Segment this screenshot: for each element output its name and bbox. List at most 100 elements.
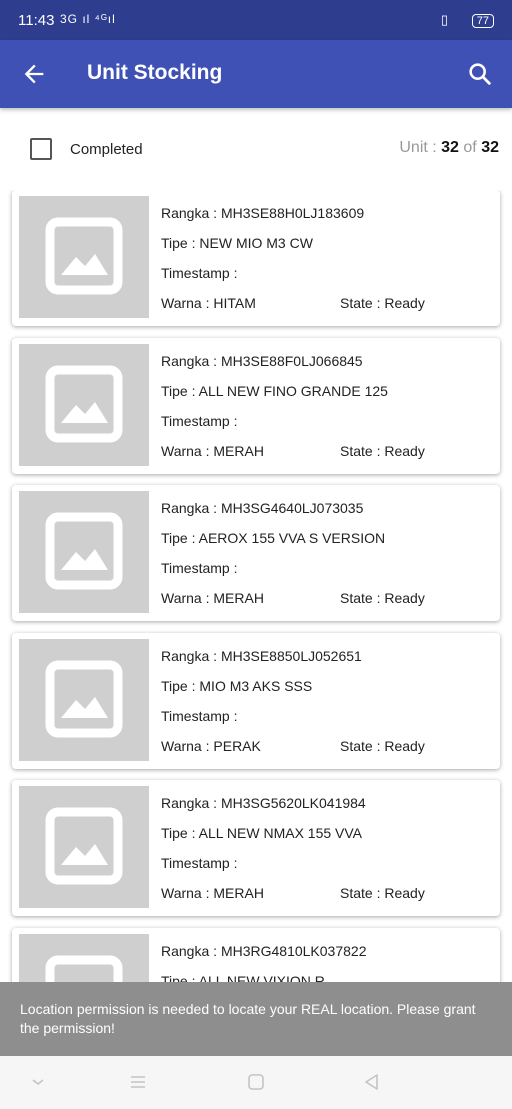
tipe-row: Tipe : ALL NEW NMAX 155 VVA (161, 825, 362, 841)
state-label: State : (340, 590, 385, 606)
warna-value: MERAH (213, 885, 264, 901)
tipe-value: ALL NEW VIXION R (198, 973, 325, 982)
system-nav-bar (0, 1056, 512, 1109)
warna-row: Warna : HITAM (161, 295, 256, 311)
tipe-value: ALL NEW NMAX 155 VVA (198, 825, 363, 841)
status-bar: 11:43 3G ıl ⁴ᴳıl ▯ 77 (0, 0, 512, 40)
rangka-value: MH3SG4640LJ073035 (220, 500, 364, 516)
tipe-label: Tipe : (161, 530, 199, 546)
search-icon[interactable] (466, 60, 494, 88)
tipe-row: Tipe : ALL NEW VIXION R (161, 973, 325, 982)
rangka-row: Rangka : MH3SE8850LJ052651 (161, 648, 362, 664)
state-value: Ready (384, 443, 425, 459)
state-value: Ready (384, 738, 425, 754)
rangka-row: Rangka : MH3SE88F0LJ066845 (161, 353, 363, 369)
warna-value: MERAH (213, 590, 264, 606)
warna-row: Warna : MERAH (161, 590, 264, 606)
rangka-label: Rangka : (161, 648, 221, 664)
warna-value: HITAM (213, 295, 256, 311)
warna-label: Warna : (161, 738, 214, 754)
completed-label[interactable]: Completed (70, 141, 143, 158)
page-title: Unit Stocking (87, 61, 223, 84)
state-row: State : Ready (340, 295, 425, 311)
state-row: State : Ready (340, 590, 425, 606)
image-placeholder-icon (19, 196, 149, 318)
timestamp-label: Timestamp : (161, 855, 238, 871)
warna-row: Warna : MERAH (161, 443, 264, 459)
tipe-label: Tipe : (161, 825, 199, 841)
rangka-row: Rangka : MH3SG4640LJ073035 (161, 500, 363, 516)
unit-card[interactable]: Rangka : MH3SE8850LJ052651 Tipe : MIO M3… (12, 633, 500, 769)
state-value: Ready (384, 295, 425, 311)
rangka-label: Rangka : (161, 943, 221, 959)
state-row: State : Ready (340, 443, 425, 459)
tipe-label: Tipe : (161, 973, 199, 982)
unit-count-of: of (463, 139, 477, 156)
tipe-value: MIO M3 AKS SSS (199, 678, 313, 694)
home-square-icon[interactable] (244, 1070, 268, 1094)
rangka-row: Rangka : MH3RG4810LK037822 (161, 943, 366, 959)
timestamp-label: Timestamp : (161, 560, 238, 576)
battery-icon: 77 (471, 14, 494, 28)
tipe-value: AEROX 155 VVA S VERSION (198, 530, 386, 546)
rangka-label: Rangka : (161, 353, 221, 369)
state-label: State : (340, 885, 385, 901)
chevron-down-icon[interactable] (26, 1070, 50, 1094)
menu-icon[interactable] (126, 1070, 150, 1094)
timestamp-row: Timestamp : (161, 265, 238, 281)
unit-list: Rangka : MH3SE88H0LJ183609 Tipe : NEW MI… (0, 190, 512, 982)
tipe-row: Tipe : AEROX 155 VVA S VERSION (161, 530, 385, 546)
status-time: 11:43 (18, 12, 55, 29)
tipe-label: Tipe : (161, 383, 199, 399)
snackbar-message: Location permission is needed to locate … (20, 1001, 476, 1036)
unit-card[interactable]: Rangka : MH3SE88H0LJ183609 Tipe : NEW MI… (12, 190, 500, 326)
back-triangle-icon[interactable] (360, 1070, 384, 1094)
signal-icon: 3G ıl ⁴ᴳıl (60, 12, 116, 26)
timestamp-label: Timestamp : (161, 413, 238, 429)
state-row: State : Ready (340, 738, 425, 754)
state-row: State : Ready (340, 885, 425, 901)
rangka-value: MH3SG5620LK041984 (220, 795, 366, 811)
state-value: Ready (384, 885, 425, 901)
state-value: Ready (384, 590, 425, 606)
image-placeholder-icon (19, 491, 149, 613)
state-label: State : (340, 738, 385, 754)
rangka-label: Rangka : (161, 500, 221, 516)
tipe-row: Tipe : NEW MIO M3 CW (161, 235, 313, 251)
warna-row: Warna : MERAH (161, 885, 264, 901)
rangka-value: MH3SE88F0LJ066845 (220, 353, 363, 369)
tipe-label: Tipe : (161, 235, 200, 251)
image-placeholder-icon (19, 786, 149, 908)
unit-count: Unit : 32 of 32 (399, 139, 499, 156)
unit-count-total: 32 (481, 139, 499, 156)
warna-value: MERAH (213, 443, 264, 459)
timestamp-label: Timestamp : (161, 708, 238, 724)
warna-label: Warna : (161, 885, 214, 901)
arrow-left-icon[interactable] (20, 60, 48, 88)
vibrate-icon: ▯ (440, 12, 448, 27)
unit-card[interactable]: Rangka : MH3SG5620LK041984 Tipe : ALL NE… (12, 780, 500, 916)
unit-count-label: Unit (399, 139, 428, 156)
rangka-label: Rangka : (161, 205, 221, 221)
state-label: State : (340, 295, 385, 311)
image-placeholder-icon (19, 639, 149, 761)
app-bar: Unit Stocking (0, 40, 512, 108)
unit-card[interactable]: Rangka : MH3SE88F0LJ066845 Tipe : ALL NE… (12, 338, 500, 474)
tipe-label: Tipe : (161, 678, 200, 694)
warna-label: Warna : (161, 443, 214, 459)
image-placeholder-icon (19, 934, 149, 982)
timestamp-row: Timestamp : (161, 560, 238, 576)
unit-card[interactable]: Rangka : MH3RG4810LK037822 Tipe : ALL NE… (12, 928, 500, 982)
unit-count-current: 32 (441, 139, 459, 156)
tipe-row: Tipe : ALL NEW FINO GRANDE 125 (161, 383, 388, 399)
timestamp-label: Timestamp : (161, 265, 238, 281)
tipe-value: NEW MIO M3 CW (199, 235, 313, 251)
unit-card[interactable]: Rangka : MH3SG4640LJ073035 Tipe : AEROX … (12, 485, 500, 621)
completed-checkbox[interactable] (30, 138, 52, 160)
timestamp-row: Timestamp : (161, 855, 238, 871)
warna-label: Warna : (161, 590, 214, 606)
state-label: State : (340, 443, 385, 459)
filter-row: Completed Unit : 32 of 32 (0, 126, 512, 170)
warna-label: Warna : (161, 295, 214, 311)
tipe-value: ALL NEW FINO GRANDE 125 (198, 383, 388, 399)
